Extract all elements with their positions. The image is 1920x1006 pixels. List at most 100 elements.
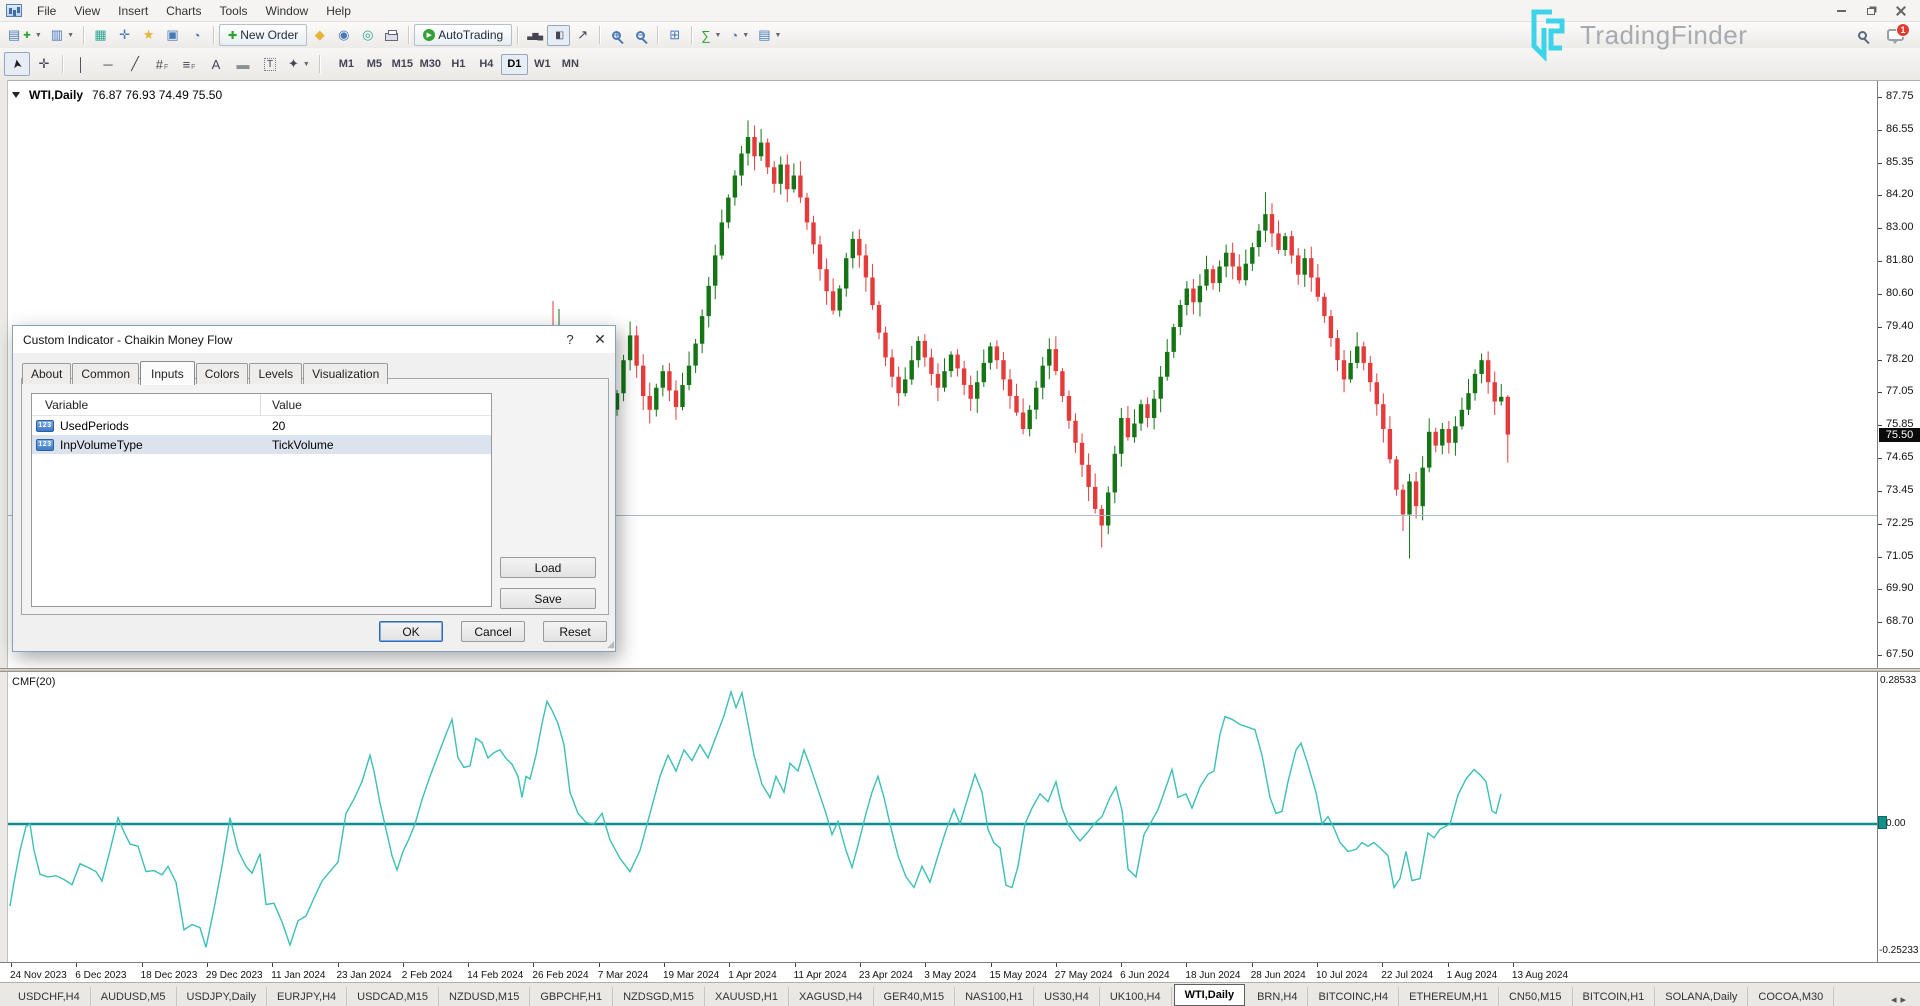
print-button[interactable] <box>380 25 403 46</box>
horizontal-line-tool-button[interactable]: ─ <box>95 52 121 76</box>
load-button[interactable]: Load <box>500 557 596 578</box>
chat-icon[interactable]: 1 <box>1887 29 1904 41</box>
experts-button[interactable]: ◉ <box>332 25 355 46</box>
dialog-title-bar[interactable]: Custom Indicator - Chaikin Money Flow ? … <box>13 326 615 353</box>
timeframe-button[interactable]: MN <box>557 54 584 75</box>
chart-tab[interactable]: US30,H4 <box>1034 987 1100 1006</box>
menu-item[interactable]: File <box>28 2 65 20</box>
chart-tab[interactable]: BRN,H4 <box>1247 987 1308 1006</box>
metaeditor-button[interactable]: ◆ <box>308 25 331 46</box>
chart-tab[interactable]: SOLANA,Daily <box>1655 987 1748 1006</box>
chart-tab[interactable]: NAS100,H1 <box>955 987 1034 1006</box>
bar-chart-button[interactable]: ▃▆▄ <box>523 25 546 46</box>
dialog-tab[interactable]: Visualization <box>303 363 388 384</box>
cancel-button[interactable]: Cancel <box>461 621 525 642</box>
zoom-in-button[interactable]: + <box>605 25 628 46</box>
chart-tab[interactable]: XAUUSD,H1 <box>705 987 789 1006</box>
date-axis[interactable]: 24 Nov 20236 Dec 202318 Dec 202329 Dec 2… <box>0 962 1920 982</box>
search-icon[interactable] <box>1858 31 1867 40</box>
cmf-indicator-panel[interactable]: CMF(20) 0.28533 0.00 -0.25233 <box>0 672 1920 962</box>
timeframe-button[interactable]: M5 <box>361 54 388 75</box>
strategy-tester-button[interactable]: ◔ <box>185 25 208 46</box>
indicator-axis[interactable]: 0.28533 0.00 -0.25233 <box>1877 672 1920 962</box>
dialog-tab[interactable]: About <box>22 363 71 384</box>
dialog-tab[interactable]: Colors <box>196 363 249 384</box>
candlestick-chart-button[interactable]: ▮▯ <box>547 25 570 46</box>
dialog-tab[interactable]: Common <box>72 363 139 384</box>
menu-item[interactable]: Tools <box>211 2 257 20</box>
vertical-line-tool-button[interactable]: │ <box>68 52 94 76</box>
trendline-tool-button[interactable]: ╱ <box>122 52 148 76</box>
chart-tab[interactable]: NZDUSD,M15 <box>439 987 530 1006</box>
menu-item[interactable]: View <box>65 2 109 20</box>
profiles-button[interactable]: ▥▼ <box>47 25 78 46</box>
minimize-button[interactable] <box>1834 4 1848 18</box>
menu-item[interactable]: Help <box>317 2 360 20</box>
reset-button[interactable]: Reset <box>543 621 607 642</box>
indicators-button[interactable]: ∑▼ <box>697 25 725 46</box>
chart-tab[interactable]: CN50,M15 <box>1499 987 1573 1006</box>
ok-button[interactable]: OK <box>379 621 443 642</box>
table-row[interactable]: 123InpVolumeType TickVolume <box>32 435 491 454</box>
timeframe-button[interactable]: W1 <box>529 54 556 75</box>
timeframe-button[interactable]: M1 <box>333 54 360 75</box>
chart-tab[interactable]: XAGUSD,H4 <box>789 987 874 1006</box>
collapse-triangle-icon[interactable] <box>12 92 20 98</box>
chart-tab[interactable]: BITCOIN,H1 <box>1573 987 1656 1006</box>
dialog-tab[interactable]: Inputs <box>140 361 195 385</box>
chart-tab[interactable]: USDCHF,H4 <box>8 987 91 1006</box>
menu-item[interactable]: Insert <box>109 2 157 20</box>
timeframe-button[interactable]: M30 <box>417 54 444 75</box>
chart-tab[interactable]: EURJPY,H4 <box>267 987 347 1006</box>
close-button[interactable] <box>1894 4 1908 18</box>
save-button[interactable]: Save <box>500 588 596 609</box>
line-chart-button[interactable]: ↗ <box>571 25 594 46</box>
inputs-table[interactable]: Variable Value 123UsedPeriods 20 123InpV… <box>31 393 492 607</box>
chart-tab[interactable]: USDJPY,Daily <box>177 987 268 1006</box>
fibonacci-tool-button[interactable]: ≡F <box>176 52 202 76</box>
chart-tab[interactable]: GBPCHF,H1 <box>530 987 613 1006</box>
tile-windows-button[interactable]: ⊞ <box>663 25 686 46</box>
timeframe-button[interactable]: D1 <box>501 54 528 75</box>
menu-item[interactable]: Window <box>257 2 318 20</box>
dialog-tab[interactable]: Levels <box>249 363 302 384</box>
chart-tab[interactable]: BITCOINC,H4 <box>1308 987 1399 1006</box>
periods-button[interactable]: ◔▼ <box>726 25 753 46</box>
autotrading-button[interactable]: ▶AutoTrading <box>414 24 512 46</box>
label-tool-button[interactable]: ▬ <box>230 52 256 76</box>
cursor-tool-button[interactable]: ➤ <box>4 52 30 76</box>
signals-button[interactable]: ◎ <box>356 25 379 46</box>
dialog-help-button[interactable]: ? <box>555 327 585 353</box>
variable-value[interactable]: 20 <box>260 419 285 433</box>
text-tool-button[interactable]: A <box>203 52 229 76</box>
resize-grip-icon[interactable]: ◢ <box>607 639 614 650</box>
new-chart-button[interactable]: ▤✚▼ <box>4 25 46 46</box>
timeframe-button[interactable]: H1 <box>445 54 472 75</box>
restore-button[interactable] <box>1864 4 1878 18</box>
chart-tab[interactable]: AUDUSD,M5 <box>91 987 177 1006</box>
chart-tab[interactable]: WTI,Daily <box>1174 984 1246 1006</box>
templates-button[interactable]: ▤▼ <box>754 25 785 46</box>
panel-splitter[interactable] <box>0 668 1920 672</box>
textbox-tool-button[interactable]: T <box>257 52 283 76</box>
chart-tab[interactable]: ETHEREUM,H1 <box>1399 987 1499 1006</box>
chart-tab[interactable]: NZDSGD,M15 <box>613 987 705 1006</box>
timeframe-button[interactable]: M15 <box>389 54 416 75</box>
zoom-out-button[interactable]: − <box>629 25 652 46</box>
menu-item[interactable]: Charts <box>157 2 210 20</box>
tab-scroll-arrows[interactable]: ◂▸ <box>1891 993 1920 1006</box>
price-axis[interactable]: 75.50 87.7586.5585.3584.2083.0081.8080.6… <box>1877 81 1920 669</box>
market-watch-button[interactable]: ▦ <box>89 25 112 46</box>
new-order-button[interactable]: ✚New Order <box>219 24 307 46</box>
crosshair-tool-button[interactable]: ✛ <box>31 52 57 76</box>
chart-tab[interactable]: UK100,H4 <box>1100 987 1172 1006</box>
chart-tab[interactable]: COCOA,M30 <box>1748 987 1834 1006</box>
terminal-button[interactable]: ▣ <box>161 25 184 46</box>
navigator-button[interactable]: ★ <box>137 25 160 46</box>
data-window-button[interactable]: ✛ <box>113 25 136 46</box>
chart-tab[interactable]: GER40,M15 <box>874 987 956 1006</box>
channel-tool-button[interactable]: #F <box>149 52 175 76</box>
dialog-close-button[interactable]: ✕ <box>585 327 615 353</box>
scroll-right-icon[interactable]: ▸ <box>1900 994 1910 1006</box>
chart-tab[interactable]: USDCAD,M15 <box>347 987 439 1006</box>
